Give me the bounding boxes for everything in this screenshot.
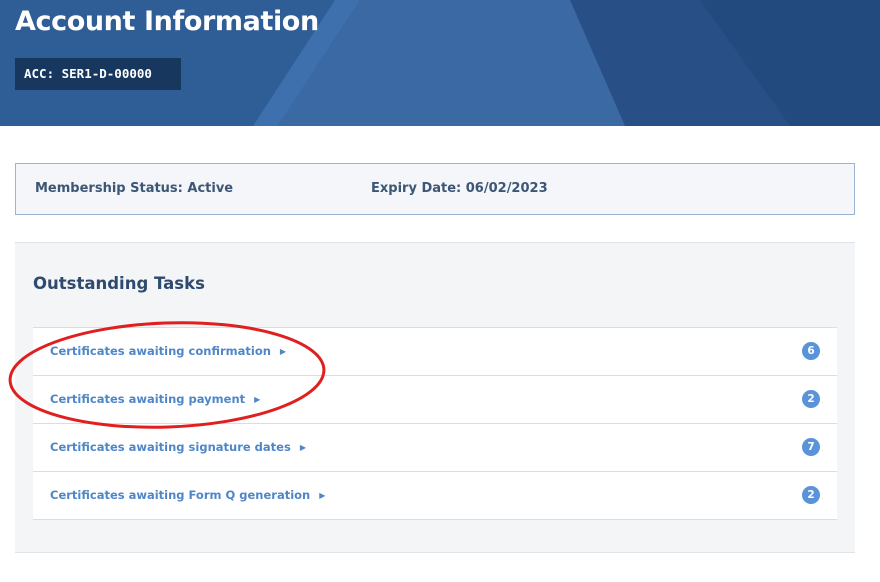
right-triangle-icon: ▶	[254, 395, 261, 404]
task-row-awaiting-form-q-generation[interactable]: Certificates awaiting Form Q generation ▶…	[33, 472, 837, 520]
task-count-badge: 2	[802, 486, 820, 504]
task-count-badge: 7	[802, 438, 820, 456]
page-title: Account Information	[15, 6, 319, 37]
page-header: Account Information ACC: SER1-D-00000	[0, 0, 880, 126]
task-count-badge: 6	[802, 342, 820, 360]
account-number-badge: ACC: SER1-D-00000	[15, 58, 181, 90]
task-link[interactable]: Certificates awaiting signature dates ▶	[50, 440, 306, 454]
task-link[interactable]: Certificates awaiting confirmation ▶	[50, 344, 286, 358]
right-triangle-icon: ▶	[299, 443, 306, 452]
right-triangle-icon: ▶	[279, 347, 287, 356]
task-row-awaiting-payment[interactable]: Certificates awaiting payment ▶ 2	[33, 376, 837, 424]
task-row-awaiting-signature-dates[interactable]: Certificates awaiting signature dates ▶ 7	[33, 424, 837, 472]
membership-status-box: Membership Status: Active Expiry Date: 0…	[15, 163, 855, 215]
membership-status: Membership Status: Active	[35, 181, 234, 196]
task-row-awaiting-confirmation[interactable]: Certificates awaiting confirmation ▶ 6	[33, 328, 837, 376]
outstanding-tasks-title: Outstanding Tasks	[33, 274, 205, 293]
account-page: Account Information ACC: SER1-D-00000 Me…	[0, 0, 880, 582]
task-link[interactable]: Certificates awaiting Form Q generation ▶	[50, 488, 325, 502]
right-triangle-icon: ▶	[319, 491, 326, 500]
task-link-label: Certificates awaiting signature dates	[50, 440, 291, 454]
task-count-badge: 2	[802, 390, 820, 408]
outstanding-tasks-panel: Outstanding Tasks Certificates awaiting …	[15, 242, 855, 553]
task-link[interactable]: Certificates awaiting payment ▶	[50, 392, 260, 406]
expiry-date: Expiry Date: 06/02/2023	[371, 181, 548, 196]
task-link-label: Certificates awaiting confirmation	[50, 344, 271, 358]
task-list: Certificates awaiting confirmation ▶ 6 Ce…	[33, 327, 837, 520]
task-link-label: Certificates awaiting payment	[50, 392, 246, 406]
task-link-label: Certificates awaiting Form Q generation	[50, 488, 311, 502]
